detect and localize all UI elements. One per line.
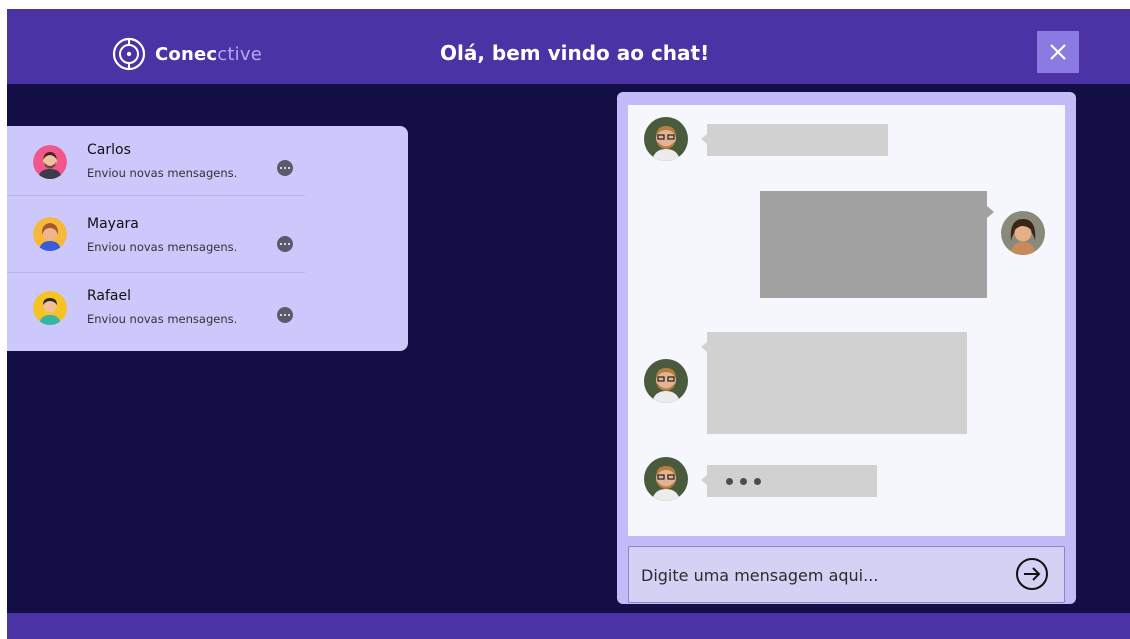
avatar [33, 291, 67, 325]
more-icon[interactable] [277, 160, 293, 176]
contact-status: Enviou novas mensagens. [87, 166, 238, 180]
more-icon[interactable] [277, 307, 293, 323]
avatar [33, 217, 67, 251]
chat-messages[interactable] [628, 105, 1065, 536]
message-bubble [701, 332, 967, 434]
message-input-box [628, 546, 1065, 603]
message-bubble [701, 124, 888, 156]
close-icon [1050, 44, 1066, 60]
contact-name: Mayara [87, 216, 139, 232]
more-icon[interactable] [277, 236, 293, 252]
contact-item-mayara[interactable]: Mayara Enviou novas mensagens. [7, 196, 305, 273]
avatar [33, 145, 67, 179]
avatar [1001, 211, 1045, 255]
app-frame: Conecctive Olá, bem vindo ao chat! Carlo… [7, 9, 1130, 639]
contact-name: Carlos [87, 142, 131, 158]
contact-item-carlos[interactable]: Carlos Enviou novas mensagens. [7, 126, 305, 196]
avatar [644, 359, 688, 403]
send-icon[interactable] [1015, 557, 1049, 591]
chat-panel [617, 92, 1076, 604]
logo[interactable]: Conecctive [112, 37, 262, 71]
typing-indicator [701, 465, 877, 497]
contact-status: Enviou novas mensagens. [87, 312, 238, 326]
header: Conecctive Olá, bem vindo ao chat! [7, 9, 1130, 84]
page-title: Olá, bem vindo ao chat! [440, 41, 710, 65]
typing-dots [726, 478, 761, 485]
close-button[interactable] [1037, 31, 1079, 73]
contact-status: Enviou novas mensagens. [87, 240, 238, 254]
logo-text: Conecctive [155, 44, 262, 65]
logo-text-accent: ctive [217, 43, 262, 65]
message-input[interactable] [641, 561, 1001, 589]
contacts-list: Carlos Enviou novas mensagens. Mayara En… [7, 126, 408, 351]
contact-item-rafael[interactable]: Rafael Enviou novas mensagens. [7, 273, 305, 343]
logo-icon [112, 37, 146, 71]
logo-text-main: Conec [155, 43, 218, 65]
footer [7, 613, 1130, 639]
avatar [644, 457, 688, 501]
contact-name: Rafael [87, 288, 132, 304]
message-bubble [760, 191, 994, 298]
avatar [644, 117, 688, 161]
